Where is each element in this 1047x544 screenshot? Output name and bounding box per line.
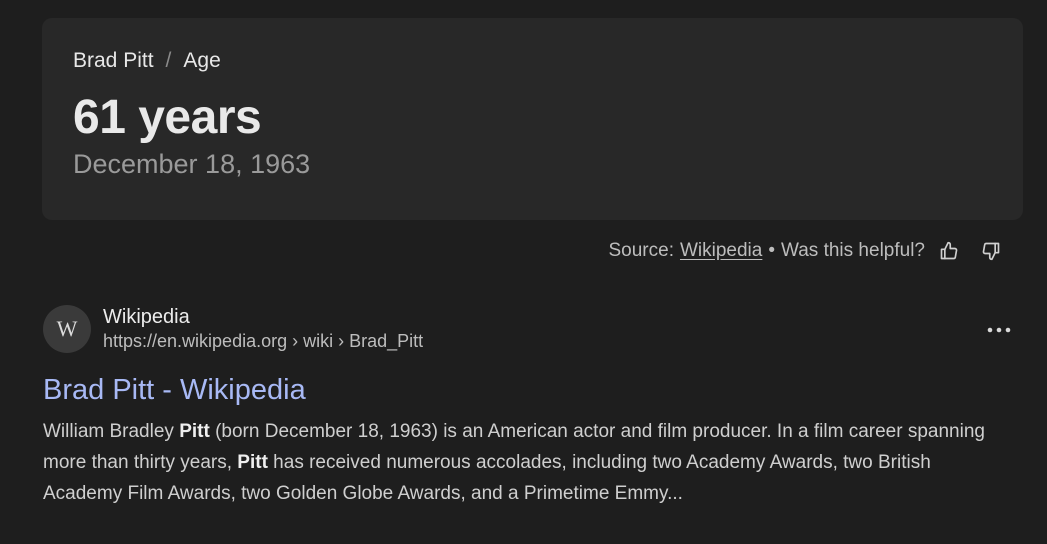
- breadcrumb-entity[interactable]: Brad Pitt: [73, 49, 154, 73]
- answer-value: 61 years: [73, 91, 262, 144]
- answer-detail: December 18, 1963: [73, 149, 311, 179]
- source-label: Source:: [608, 240, 674, 261]
- feedback-separator: •: [768, 240, 776, 261]
- result-title-link[interactable]: Brad Pitt - Wikipedia: [43, 372, 1017, 408]
- helpful-question: Was this helpful?: [781, 240, 925, 261]
- result-snippet: William Bradley Pitt (born December 18, …: [43, 416, 1013, 509]
- result-site-name: Wikipedia: [103, 306, 190, 328]
- wikipedia-logo-icon: W: [43, 305, 91, 353]
- thumbs-up-icon[interactable]: [937, 239, 961, 263]
- source-link[interactable]: Wikipedia: [680, 240, 762, 262]
- snippet-highlight: Pitt: [179, 421, 210, 442]
- age-answer-card: Brad Pitt / Age 61 years December 18, 19…: [42, 18, 1023, 220]
- snippet-highlight: Pitt: [237, 452, 268, 473]
- thumbs-down-icon[interactable]: [979, 239, 1003, 263]
- feedback-row: Source: Wikipedia • Was this helpful?: [609, 238, 1004, 264]
- breadcrumb-separator: /: [165, 49, 172, 72]
- snippet-text: William Bradley: [43, 421, 180, 442]
- result-site-meta: Wikipedia https://en.wikipedia.org › wik…: [103, 305, 423, 353]
- breadcrumb-attribute: Age: [183, 49, 221, 72]
- breadcrumb: Brad Pitt / Age: [73, 48, 1023, 74]
- result-url: https://en.wikipedia.org › wiki › Brad_P…: [103, 331, 424, 351]
- result-source[interactable]: W Wikipedia https://en.wikipedia.org › w…: [43, 304, 1017, 354]
- more-options-icon[interactable]: [987, 318, 1011, 342]
- search-result: W Wikipedia https://en.wikipedia.org › w…: [43, 304, 1017, 509]
